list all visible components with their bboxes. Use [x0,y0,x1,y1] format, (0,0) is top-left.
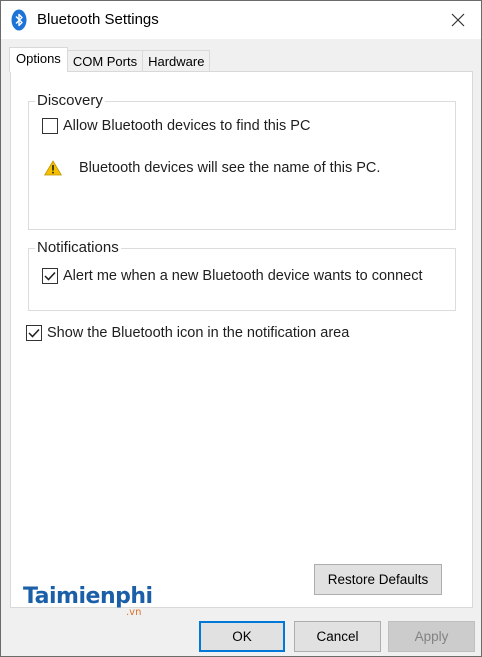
title-bar[interactable]: Bluetooth Settings [1,1,481,39]
bluetooth-icon [11,9,27,31]
allow-discovery-row[interactable]: Allow Bluetooth devices to find this PC [42,118,310,134]
options-panel: Discovery Allow Bluetooth devices to fin… [10,71,473,608]
watermark-suffix: .vn [126,607,142,618]
apply-button[interactable]: Apply [388,621,475,652]
notifications-group-label: Notifications [35,239,121,256]
bluetooth-settings-dialog: Bluetooth Settings Options COM Ports Har… [0,0,482,657]
show-icon-checkbox[interactable] [26,325,42,341]
tab-hardware[interactable]: Hardware [142,50,211,72]
alert-new-device-label: Alert me when a new Bluetooth device wan… [63,268,423,284]
ok-button[interactable]: OK [199,621,285,652]
tab-com-ports[interactable]: COM Ports [66,50,144,72]
close-icon [451,13,465,27]
alert-new-device-row[interactable]: Alert me when a new Bluetooth device wan… [42,268,422,284]
show-icon-row[interactable]: Show the Bluetooth icon in the notificat… [26,325,349,341]
discovery-group-label: Discovery [35,92,105,109]
allow-discovery-checkbox[interactable] [42,118,58,134]
tab-strip: Options COM Ports Hardware [9,47,211,72]
checkmark-icon [44,271,56,281]
tab-options[interactable]: Options [9,47,68,72]
window-title: Bluetooth Settings [37,11,159,28]
warning-text: Bluetooth devices will see the name of t… [79,160,381,176]
discovery-warning: Bluetooth devices will see the name of t… [44,160,380,176]
alert-new-device-checkbox[interactable] [42,268,58,284]
watermark-logo: Taimienphi .vn [23,584,153,618]
warning-icon [44,160,62,176]
close-button[interactable] [435,1,481,39]
checkmark-icon [28,328,40,338]
allow-discovery-label: Allow Bluetooth devices to find this PC [63,118,311,134]
restore-defaults-button[interactable]: Restore Defaults [314,564,442,595]
cancel-button[interactable]: Cancel [294,621,381,652]
show-icon-label: Show the Bluetooth icon in the notificat… [47,325,350,341]
